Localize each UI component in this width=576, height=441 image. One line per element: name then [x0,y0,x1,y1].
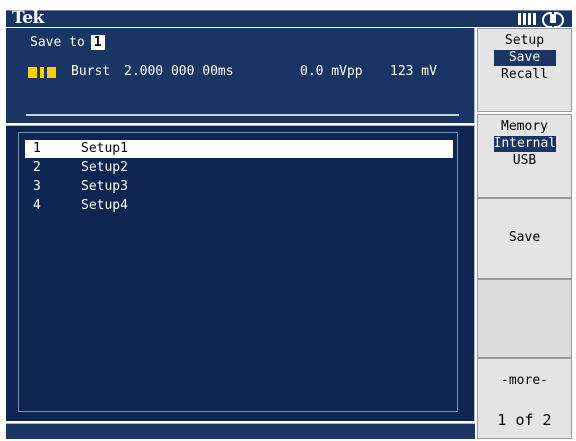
setup-option-recall: Recall [501,67,548,82]
burst-waveform-icon [28,67,56,78]
offset-value: 123 mV [390,64,437,79]
amplitude-value: 0.0 mVpp [300,64,363,79]
list-item-number: 4 [33,198,41,213]
list-item-number: 3 [33,179,41,194]
list-item[interactable]: 1 Setup1 [25,140,453,158]
memory-option-internal: Internal [493,136,557,152]
save-to-location-value[interactable]: 1 [90,35,105,50]
header-divider [26,114,459,116]
list-item-name: Setup4 [81,198,128,213]
save-button-label: Save [508,230,541,245]
blank-softkey[interactable] [477,279,572,358]
list-item-name: Setup1 [81,141,128,156]
list-item-number: 2 [33,160,41,175]
setup-softkey-title: Setup [504,33,545,48]
list-item-name: Setup2 [81,160,128,175]
list-item[interactable]: 4 Setup4 [25,197,453,215]
network-icon [542,12,564,28]
setup-list-panel: 1 Setup1 2 Setup2 3 Setup3 4 Setup4 [6,125,475,421]
setup-option-save: Save [493,50,556,66]
more-label: -more- [501,373,548,388]
softkey-menu: Setup Save Recall Memory Internal USB Sa… [477,28,572,439]
usb-icon [518,13,536,25]
save-to-row: Save to 1 [30,35,105,50]
list-item[interactable]: 2 Setup2 [25,159,453,177]
waveform-info-row: Burst 2.000 000 00ms 0.0 mVpp 123 mV [28,64,468,82]
memory-softkey[interactable]: Memory Internal USB [477,114,572,198]
tek-logo: Tek [12,8,44,28]
status-bar: Tek [6,8,572,28]
list-item-number: 1 [33,141,41,156]
burst-period-value: 2.000 000 00ms [124,64,234,79]
page-indicator: 1 of 2 [497,411,552,429]
memory-softkey-title: Memory [501,119,548,134]
setup-list: 1 Setup1 2 Setup2 3 Setup3 4 Setup4 [18,132,458,412]
list-item-name: Setup3 [81,179,128,194]
save-button[interactable]: Save [477,198,572,279]
more-softkey[interactable]: -more- 1 of 2 [477,358,572,439]
save-to-label: Save to [30,35,85,50]
footer-bar [6,423,475,439]
list-item[interactable]: 3 Setup3 [25,178,453,196]
burst-mode-label: Burst [71,64,111,79]
instrument-screen: Tek Save to 1 Burst 2.000 000 00ms 0.0 m… [0,0,576,441]
status-icons [518,12,564,28]
memory-option-usb: USB [512,153,537,168]
header-panel: Save to 1 Burst 2.000 000 00ms 0.0 mVpp … [6,28,475,123]
setup-softkey[interactable]: Setup Save Recall [477,28,572,112]
